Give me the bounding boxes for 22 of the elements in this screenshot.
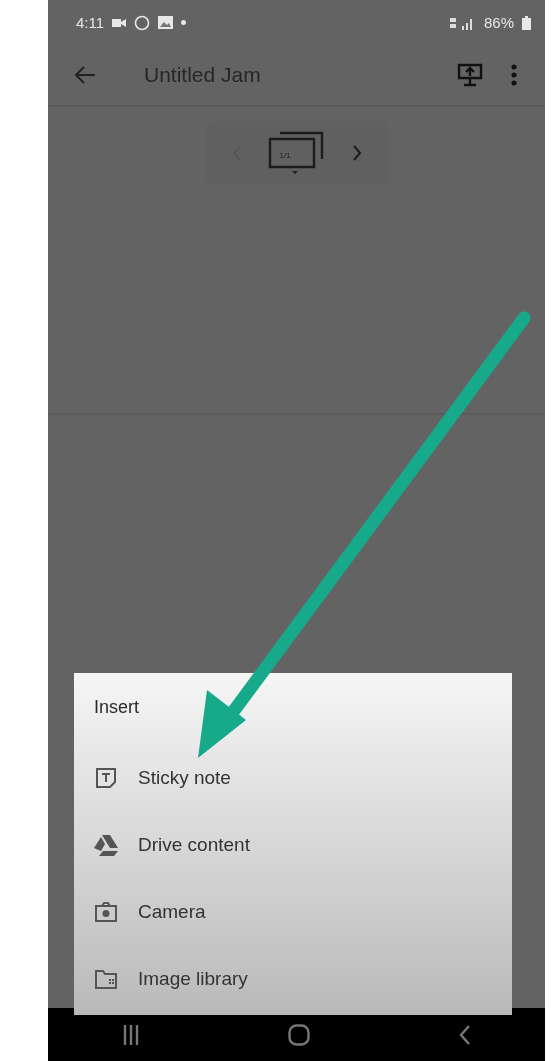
folder-icon bbox=[94, 967, 118, 990]
chat-icon bbox=[134, 14, 151, 31]
status-time: 4:11 bbox=[76, 14, 105, 31]
menu-item[interactable]: Sticky note bbox=[94, 744, 492, 811]
battery-icon bbox=[522, 15, 531, 30]
camera-icon bbox=[94, 900, 118, 923]
home-icon[interactable] bbox=[287, 1023, 310, 1046]
battery-percent: 86% bbox=[483, 14, 514, 31]
recents-icon[interactable] bbox=[122, 1024, 139, 1045]
dot-icon bbox=[181, 20, 187, 25]
menu-item[interactable]: Image library bbox=[94, 945, 492, 1012]
menu-item[interactable]: Camera bbox=[94, 878, 492, 945]
more-icon[interactable] bbox=[511, 64, 517, 86]
next-icon[interactable] bbox=[351, 145, 362, 161]
image-icon bbox=[158, 16, 174, 29]
back-nav-icon[interactable] bbox=[458, 1024, 471, 1045]
sticky-note-icon bbox=[94, 765, 118, 790]
menu-title: Insert bbox=[94, 697, 140, 718]
drive-icon bbox=[94, 833, 118, 856]
video-icon bbox=[112, 17, 127, 28]
app-title: Untitled Jam bbox=[144, 63, 262, 87]
menu-item[interactable]: Drive content bbox=[94, 811, 492, 878]
